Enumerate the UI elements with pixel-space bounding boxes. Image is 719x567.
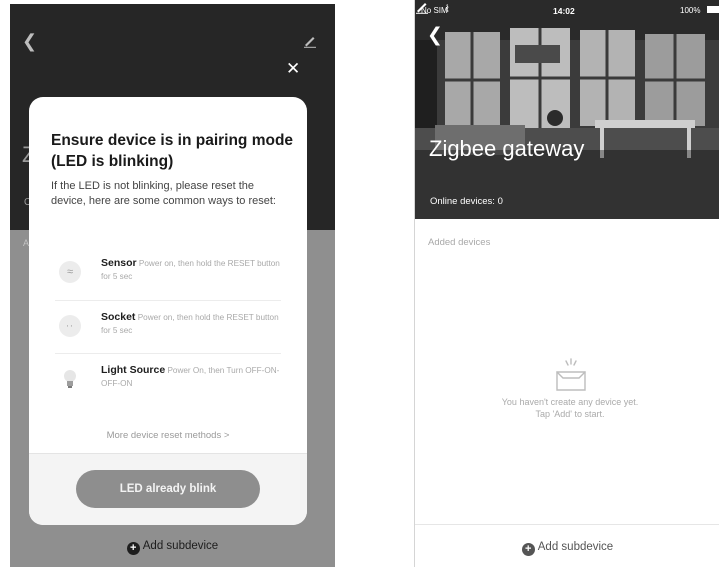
online-devices-count: Online devices: 0 (430, 196, 503, 207)
gateway-title: Zigbee gateway (429, 136, 585, 161)
pencil-icon[interactable] (415, 0, 429, 14)
sensor-icon: ≈ (59, 261, 81, 283)
add-subdevice-button[interactable]: + Add subdevice (415, 541, 719, 556)
pairing-mode-dialog: Ensure device is in pairing mode (LED is… (29, 97, 307, 525)
room-photo-image (415, 0, 719, 219)
status-bar: No SIM ⌇ 14:02 100% (415, 0, 719, 22)
plus-circle-icon: + (126, 542, 140, 555)
empty-state-line: Tap 'Add' to start. (535, 409, 605, 419)
chevron-left-icon[interactable]: ❮ (22, 32, 37, 50)
add-subdevice-button[interactable]: + Add subdevice (10, 540, 335, 555)
right-phone-screen: No SIM ⌇ 14:02 100% ❮ Zigbee gateway Onl… (414, 0, 719, 567)
bottom-bar: + Add subdevice (415, 524, 719, 567)
chevron-left-icon[interactable]: ❮ (427, 26, 443, 45)
socket-icon: ⋅⋅ (59, 315, 81, 337)
battery-percent: 100% (680, 6, 701, 15)
reset-item-text: Light Source Power On, then Turn OFF-ON-… (101, 364, 281, 390)
reset-item-name: Socket (101, 311, 136, 323)
clock: 14:02 (553, 6, 575, 16)
dialog-title: Ensure device is in pairing mode (LED is… (51, 132, 294, 170)
bulb-icon (64, 370, 76, 388)
reset-item-name: Sensor (101, 257, 137, 269)
reset-item-light-source: Light Source Power On, then Turn OFF-ON-… (55, 356, 281, 406)
dialog-footer: LED already blink (29, 453, 307, 525)
add-subdevice-label: Add subdevice (537, 541, 614, 553)
led-already-blink-button[interactable]: LED already blink (76, 470, 260, 508)
reset-item-socket: ⋅⋅ Socket Power on, then hold the RESET … (55, 303, 281, 353)
reset-item-text: Socket Power on, then hold the RESET but… (101, 311, 281, 337)
dialog-description: If the LED is not blinking, please reset… (51, 180, 276, 207)
left-phone-screen: ❮ Z O A ✕ Ensure device is in pairing mo… (10, 4, 335, 567)
pencil-icon[interactable] (303, 34, 317, 48)
empty-state-message: You haven't create any device yet. Tap '… (455, 396, 685, 420)
empty-box-icon (556, 358, 586, 391)
empty-state-line: You haven't create any device yet. (501, 397, 639, 407)
gateway-hero-header: No SIM ⌇ 14:02 100% ❮ Zigbee gateway Onl… (415, 0, 719, 219)
more-reset-methods-link[interactable]: More device reset methods > (29, 430, 307, 441)
divider (55, 300, 281, 301)
close-icon[interactable]: ✕ (286, 60, 300, 77)
battery-icon (707, 6, 719, 13)
plus-circle-icon: + (521, 543, 535, 556)
reset-item-sensor: ≈ Sensor Power on, then hold the RESET b… (55, 249, 281, 299)
reset-item-name: Light Source (101, 364, 166, 376)
add-subdevice-label: Add subdevice (142, 540, 219, 552)
added-devices-label: Added devices (428, 237, 491, 248)
wifi-icon: ⌇ (445, 4, 450, 15)
divider (55, 353, 281, 354)
reset-item-text: Sensor Power on, then hold the RESET but… (101, 257, 281, 283)
